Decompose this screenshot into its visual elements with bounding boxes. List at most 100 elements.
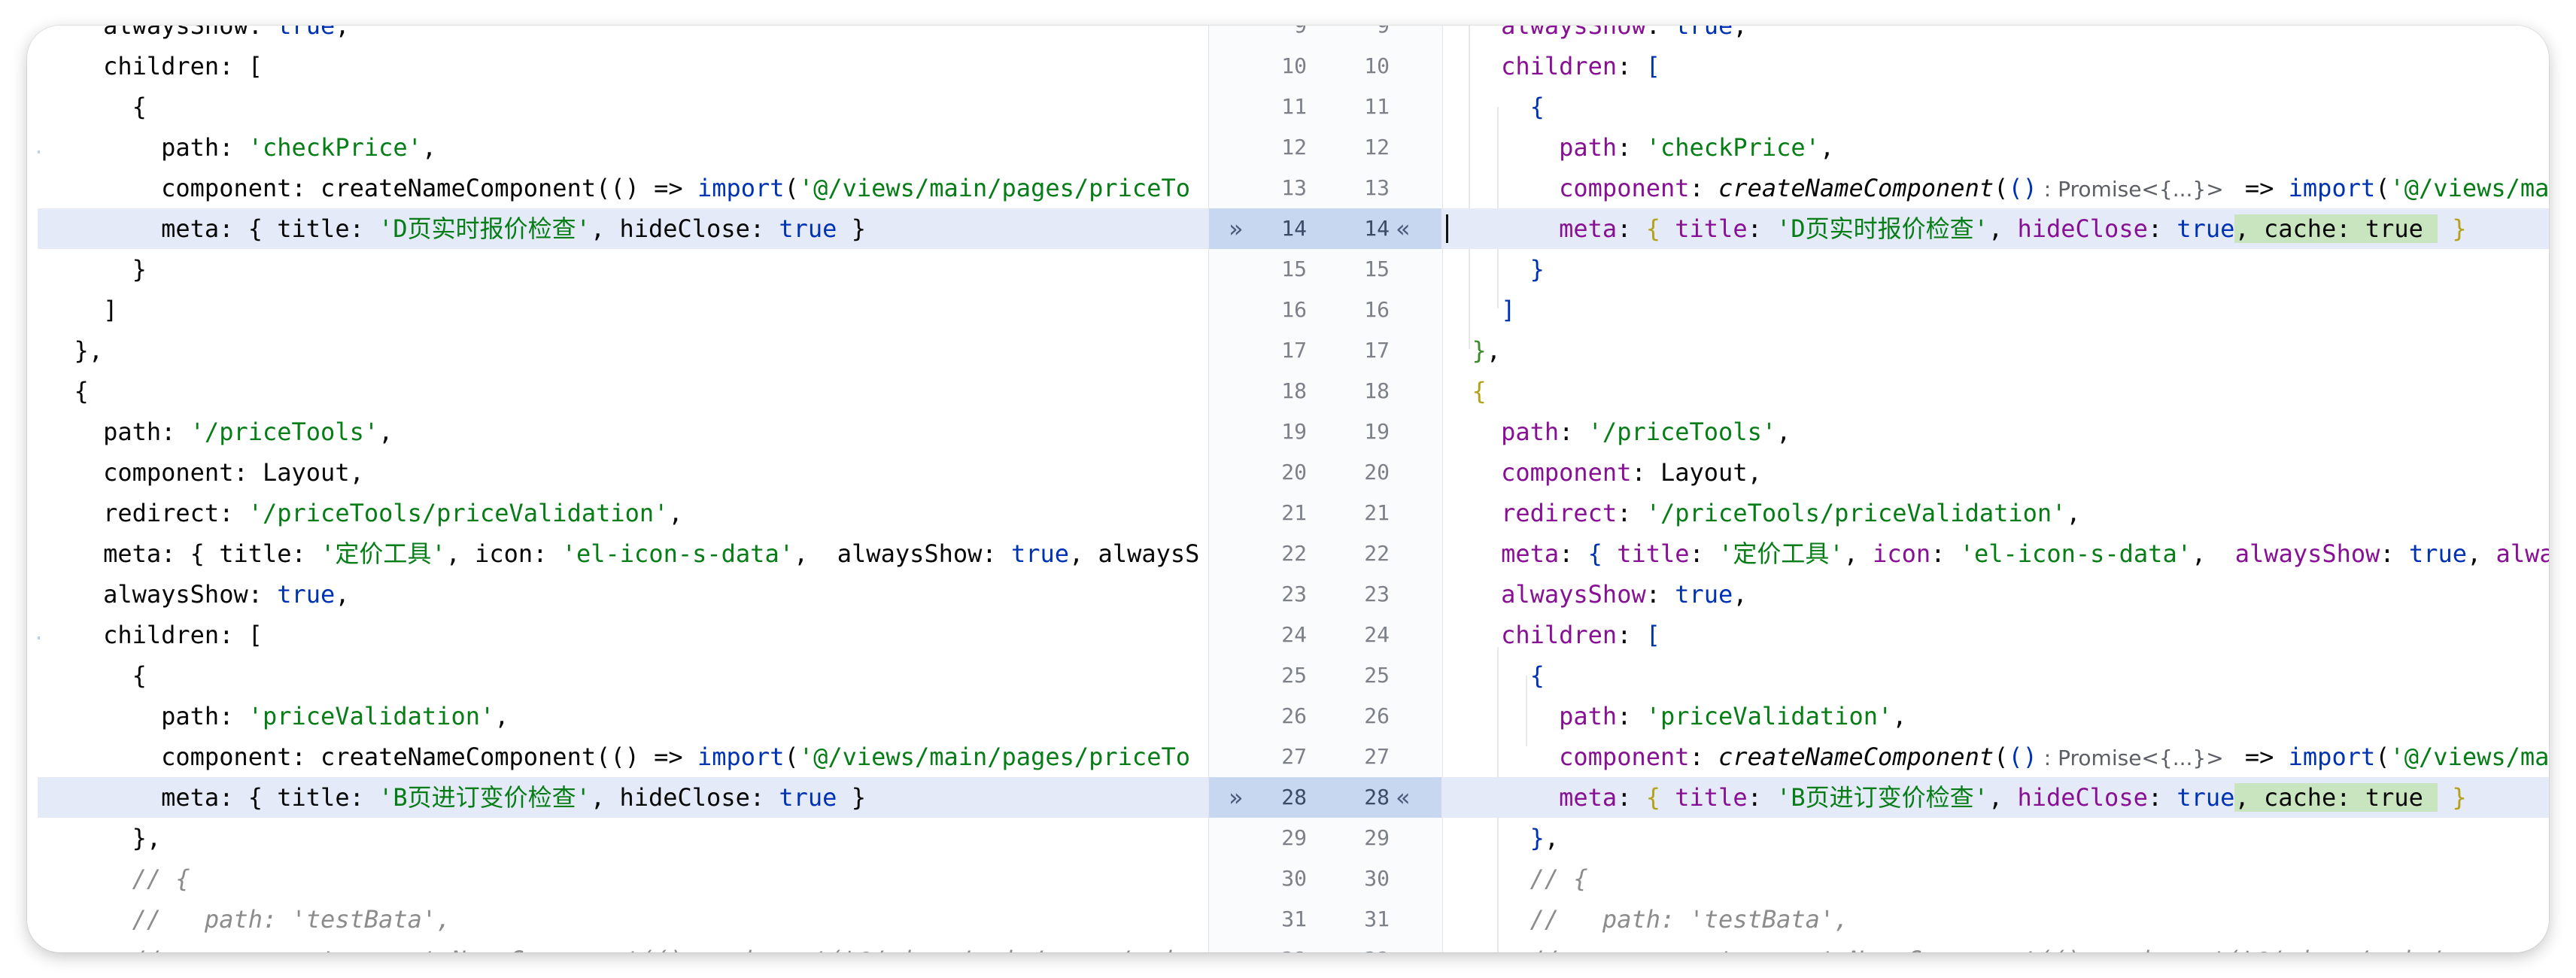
right-code-line[interactable]: ]: [1441, 290, 2549, 330]
left-code-line[interactable]: // path: 'testBata',: [38, 899, 1208, 940]
code-token: children: [: [45, 52, 263, 80]
right-code-line[interactable]: },: [1441, 818, 2549, 858]
code-token: {: [1645, 783, 1660, 812]
gutter-row: 29 29: [1209, 818, 1442, 858]
right-code-line[interactable]: path: '/priceTools',: [1441, 412, 2549, 452]
right-code-line[interactable]: // {: [1441, 858, 2549, 899]
code-token: [: [1645, 52, 1660, 80]
gutter-row: 24 24: [1209, 615, 1442, 655]
inlay-type-hint: : Promise<{...}>: [2037, 746, 2231, 770]
code-token: meta: { title:: [45, 214, 379, 243]
left-code-line[interactable]: component: createNameComponent(() => imp…: [38, 737, 1208, 777]
code-token: path: [1501, 418, 1560, 446]
code-token: ,: [1733, 26, 1748, 40]
code-token: (): [2008, 743, 2037, 771]
code-token: :: [1689, 743, 1719, 771]
left-line-number: 28: [1281, 785, 1307, 809]
code-token: // {: [45, 864, 190, 893]
left-code-line[interactable]: path: 'priceValidation',: [38, 696, 1208, 737]
apply-left-chevron-icon[interactable]: «: [1396, 777, 1411, 818]
left-code-line[interactable]: path: 'checkPrice',: [38, 127, 1208, 168]
right-editor-pane[interactable]: alwaysShow: true, children: [ { path: 'c…: [1441, 26, 2549, 952]
right-code-line[interactable]: alwaysShow: true,: [1441, 574, 2549, 615]
left-code-line[interactable]: },: [38, 818, 1208, 858]
left-code-line[interactable]: children: [: [38, 615, 1208, 655]
right-code-line[interactable]: // component: createNameComponent(() => …: [1441, 940, 2549, 952]
code-token: true: [277, 26, 336, 40]
right-code-line[interactable]: meta: { title: 'D页实时报价检查', hideClose: tr…: [1441, 208, 2549, 249]
left-code-line[interactable]: // {: [38, 858, 1208, 899]
right-code-line[interactable]: {: [1441, 371, 2549, 412]
right-code-line[interactable]: children: [: [1441, 615, 2549, 655]
code-token: {: [1530, 661, 1545, 690]
left-code-line[interactable]: meta: { title: 'D页实时报价检查', hideClose: tr…: [38, 208, 1208, 249]
code-token: ,: [1733, 580, 1748, 609]
left-code-line[interactable]: meta: { title: 'B页进订变价检查', hideClose: tr…: [38, 777, 1208, 818]
code-token: , hideClose:: [590, 783, 779, 812]
code-token: '/priceTools/priceValidation': [1645, 499, 2067, 527]
code-token: meta: { title:: [45, 783, 379, 812]
right-code-line[interactable]: alwaysShow: true,: [1441, 26, 2549, 46]
right-code-line[interactable]: }: [1441, 249, 2549, 290]
code-token: title: [1617, 539, 1690, 568]
code-token: ,: [2191, 539, 2235, 568]
code-token: '/priceTools': [1587, 418, 1777, 446]
right-code-line[interactable]: {: [1441, 655, 2549, 696]
code-token: :: [1689, 539, 1719, 568]
left-code-line[interactable]: children: [: [38, 46, 1208, 87]
left-line-number: 25: [1281, 663, 1307, 688]
left-code-line[interactable]: alwaysShow: true,: [38, 26, 1208, 46]
code-token: alwaysShow: [1501, 26, 1646, 40]
code-token: ,: [1486, 336, 1502, 365]
right-code-line[interactable]: path: 'priceValidation',: [1441, 696, 2549, 737]
left-code-line[interactable]: {: [38, 371, 1208, 412]
left-code-line[interactable]: redirect: '/priceTools/priceValidation',: [38, 493, 1208, 533]
right-code-line[interactable]: component: createNameComponent(() : Prom…: [1441, 168, 2549, 208]
left-line-number: 20: [1281, 460, 1307, 484]
left-code-line[interactable]: component: Layout,: [38, 452, 1208, 493]
left-line-number: 27: [1281, 744, 1307, 769]
left-code-line[interactable]: alwaysShow: true,: [38, 574, 1208, 615]
code-token: createNameComponent: [1718, 743, 1994, 771]
left-code-line[interactable]: }: [38, 249, 1208, 290]
right-code-line[interactable]: path: 'checkPrice',: [1441, 127, 2549, 168]
apply-right-chevron-icon[interactable]: »: [1229, 777, 1244, 818]
left-editor-pane[interactable]: alwaysShow: true, children: [ { path: 'c…: [38, 26, 1208, 952]
left-line-number: 31: [1281, 907, 1307, 931]
left-line-number: 9: [1239, 26, 1307, 46]
left-code-line[interactable]: path: '/priceTools',: [38, 412, 1208, 452]
left-code-line[interactable]: {: [38, 655, 1208, 696]
gutter-row: 15 15: [1209, 249, 1442, 290]
right-code-line[interactable]: component: createNameComponent(() : Prom…: [1441, 737, 2549, 777]
apply-left-chevron-icon[interactable]: «: [1396, 208, 1411, 249]
gutter-row: 10 10: [1209, 46, 1442, 87]
right-code-line[interactable]: children: [: [1441, 46, 2549, 87]
left-code-line[interactable]: meta: { title: '定价工具', icon: 'el-icon-s-…: [38, 533, 1208, 574]
right-code-line[interactable]: meta: { title: 'B页进订变价检查', hideClose: tr…: [1441, 777, 2549, 818]
right-line-number: 32: [1322, 940, 1390, 952]
right-code-line[interactable]: meta: { title: '定价工具', icon: 'el-icon-s-…: [1441, 533, 2549, 574]
left-line-number: 13: [1281, 175, 1307, 200]
code-token: =>: [2230, 174, 2289, 202]
right-code-line[interactable]: redirect: '/priceTools/priceValidation',: [1441, 493, 2549, 533]
right-code-line[interactable]: },: [1441, 330, 2549, 371]
code-token: meta: [1501, 539, 1560, 568]
apply-right-chevron-icon[interactable]: »: [1229, 208, 1244, 249]
right-code-line[interactable]: // path: 'testBata',: [1441, 899, 2549, 940]
left-code-line[interactable]: // component: createNameComponent(() => …: [38, 940, 1208, 952]
code-token: component: [1501, 458, 1632, 487]
code-token: meta: [1559, 783, 1618, 812]
left-code-line[interactable]: },: [38, 330, 1208, 371]
left-code-line[interactable]: ]: [38, 290, 1208, 330]
code-token: path:: [45, 702, 248, 730]
left-code-line[interactable]: {: [38, 87, 1208, 127]
right-line-number: 16: [1364, 297, 1390, 322]
right-code-line[interactable]: {: [1441, 87, 2549, 127]
right-code-line[interactable]: component: Layout,: [1441, 452, 2549, 493]
left-code-line[interactable]: component: createNameComponent(() => imp…: [38, 168, 1208, 208]
